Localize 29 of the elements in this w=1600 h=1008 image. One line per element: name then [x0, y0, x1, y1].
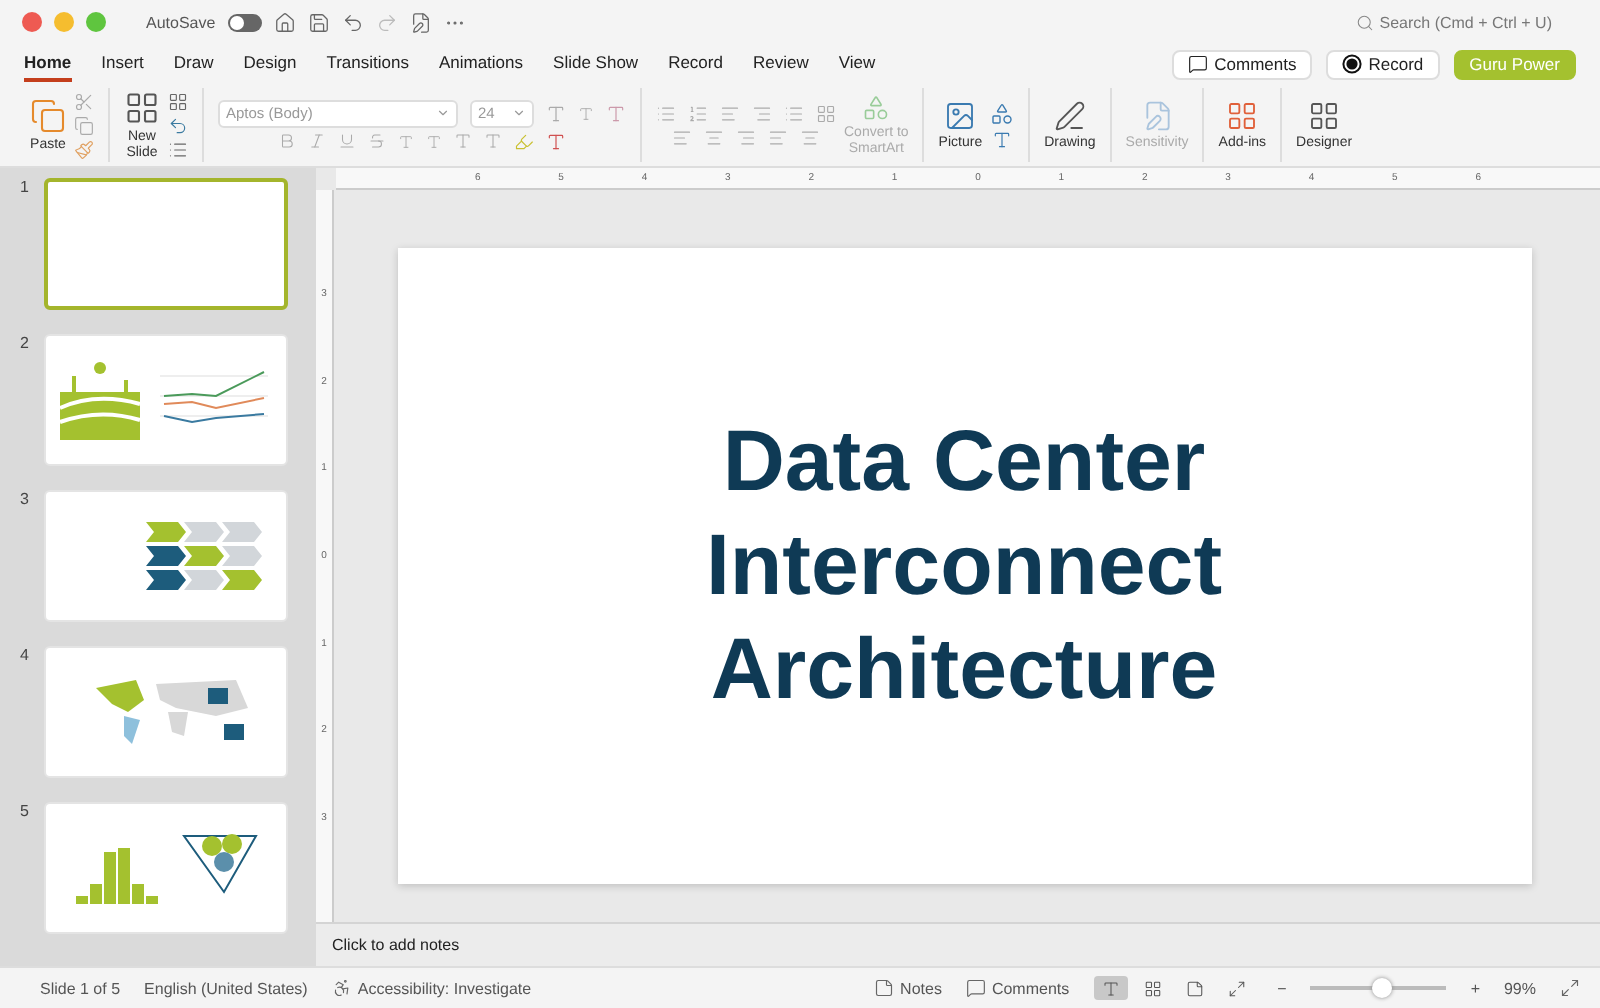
ribbon-tab[interactable]: Insert — [101, 46, 144, 82]
record-button[interactable]: Record — [1326, 49, 1440, 79]
comments-toggle[interactable]: Comments — [991, 979, 1070, 997]
slide-number: 4 — [18, 646, 31, 664]
notes-toggle[interactable]: Notes — [900, 979, 942, 997]
ribbon-tab[interactable]: Slide Show — [553, 46, 639, 82]
ribbon-tab[interactable]: Design — [243, 46, 297, 82]
ribbon-tab[interactable]: Draw — [173, 46, 214, 82]
slide-title: Data Center Interconnect Architecture — [705, 412, 1223, 722]
comments-button[interactable]: Comments — [1172, 49, 1313, 79]
search-field[interactable]: Search (Cmd + Ctrl + U) — [1355, 13, 1552, 31]
autosave-label: AutoSave — [146, 13, 216, 31]
ribbon-tab[interactable]: Record — [668, 46, 723, 82]
ribbon-tab[interactable]: View — [838, 46, 876, 82]
ribbon-tab[interactable]: Animations — [438, 46, 524, 82]
zoom-out-button[interactable]: − — [1277, 979, 1287, 997]
slide-number: 3 — [18, 490, 31, 508]
ribbon-tab[interactable]: Review — [752, 46, 809, 82]
zoom-in-button[interactable]: + — [1470, 979, 1480, 997]
zoom-percent[interactable]: 99% — [1503, 979, 1536, 997]
slide-number: 2 — [18, 334, 31, 352]
slide-number: 5 — [18, 802, 31, 820]
slide-number: 1 — [18, 178, 31, 196]
ribbon-tab[interactable]: Transitions — [326, 46, 409, 82]
ribbon-tab[interactable]: Home — [24, 46, 72, 82]
slide-count: Slide 1 of 5 — [40, 979, 121, 997]
accessibility-label[interactable]: Accessibility: Investigate — [357, 979, 532, 997]
language-label[interactable]: English (United States) — [144, 979, 308, 997]
slide-canvas[interactable]: Data Center Interconnect Architecture — [397, 248, 1531, 884]
